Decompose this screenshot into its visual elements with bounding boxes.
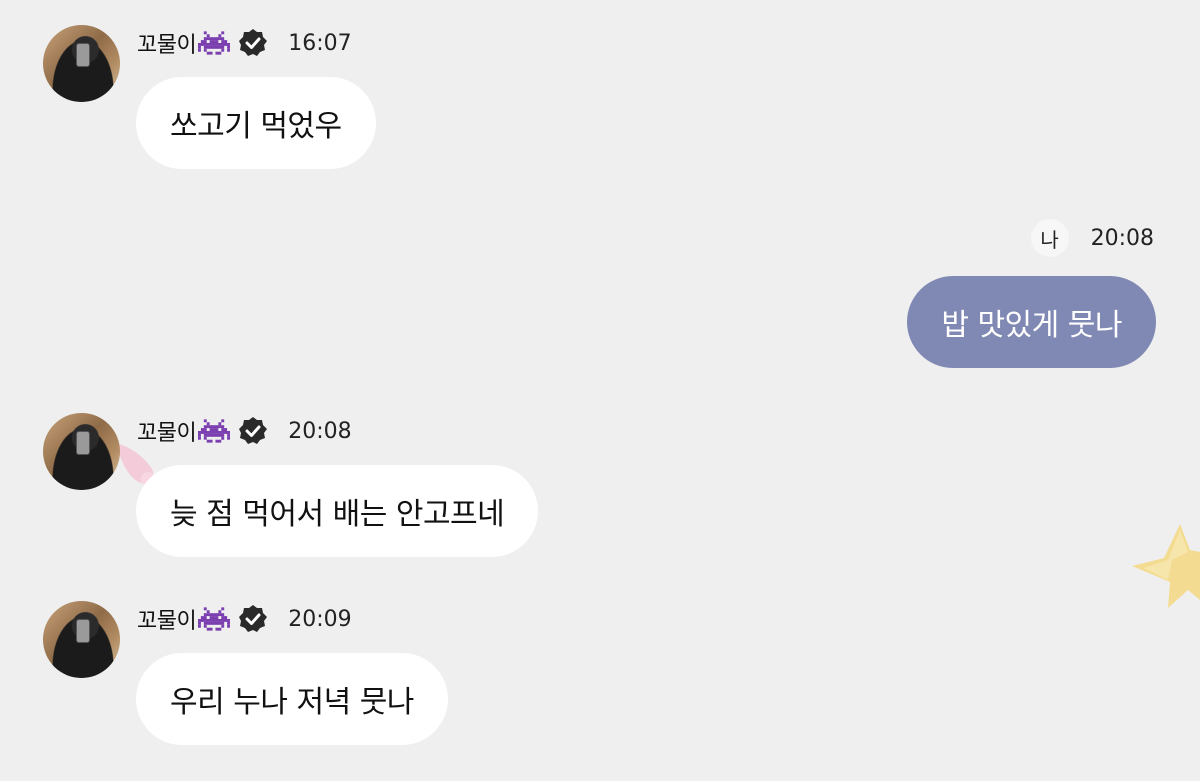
message-time: 20:09 [288, 606, 352, 632]
message-bubble[interactable]: 밥 맛있게 뭇나 [907, 276, 1156, 368]
message-header: 꼬물이 20:08 [137, 414, 352, 448]
avatar[interactable] [43, 601, 120, 678]
alien-monster-icon [198, 419, 231, 443]
message-text: 밥 맛있게 뭇나 [941, 308, 1122, 343]
verified-check-icon [239, 605, 268, 632]
message-bubble[interactable]: 우리 누나 저녁 뭇나 [136, 653, 448, 745]
message-text: 늦 점 먹어서 배는 안고프네 [170, 497, 505, 532]
sender-name: 꼬물이 [137, 609, 197, 634]
alien-monster-icon [198, 607, 231, 631]
verified-check-icon [239, 29, 268, 56]
alien-monster-icon [198, 31, 231, 55]
message-header: 나 20:08 [1030, 218, 1154, 258]
message-time: 20:08 [1090, 225, 1154, 251]
message-bubble[interactable]: 쏘고기 먹었우 [136, 77, 376, 169]
message-bubble[interactable]: 늦 점 먹어서 배는 안고프네 [136, 465, 539, 557]
me-label: 나 [1030, 219, 1069, 257]
message-text: 우리 누나 저녁 뭇나 [170, 685, 414, 720]
message-time: 16:07 [288, 30, 352, 56]
avatar[interactable] [43, 25, 120, 102]
message-text: 쏘고기 먹었우 [170, 109, 342, 144]
message-time: 20:08 [288, 418, 352, 444]
avatar[interactable] [43, 413, 120, 490]
message-header: 꼬물이 16:07 [137, 26, 352, 60]
sender-name: 꼬물이 [137, 421, 197, 446]
verified-check-icon [239, 417, 268, 444]
star-sticker [1132, 524, 1200, 608]
sender-name: 꼬물이 [137, 33, 197, 58]
message-header: 꼬물이 20:09 [137, 602, 352, 636]
